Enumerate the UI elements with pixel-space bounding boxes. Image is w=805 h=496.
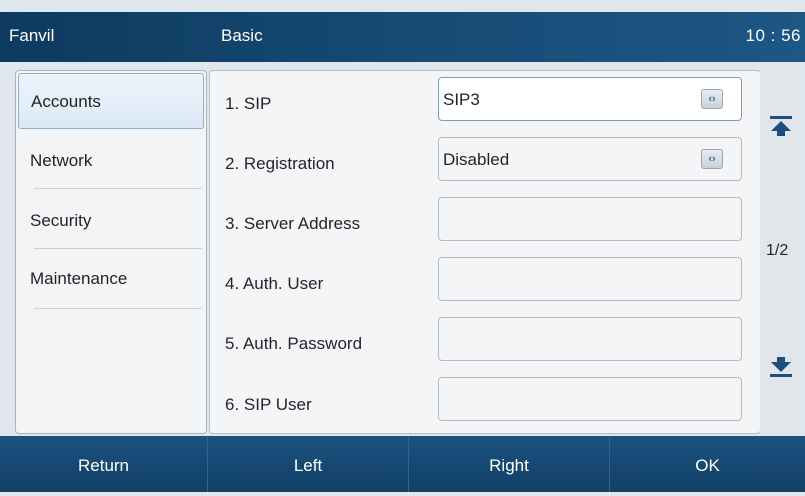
switch-arrows-icon[interactable]: ‹›	[701, 89, 723, 109]
pager: 1/2	[760, 72, 802, 432]
brand-label: Fanvil	[9, 26, 55, 45]
divider	[34, 308, 202, 309]
status-bar: Fanvil Basic 10 : 56	[0, 12, 805, 62]
field-label-registration: 2. Registration	[225, 154, 335, 173]
auth-password-field[interactable]	[438, 317, 742, 361]
clock: 10 : 56	[745, 26, 801, 45]
sidebar-item-maintenance[interactable]: Maintenance	[18, 251, 204, 305]
right-button[interactable]: Right	[408, 436, 609, 492]
sidebar-item-label: Security	[30, 211, 92, 230]
sidebar-item-security[interactable]: Security	[18, 193, 204, 247]
field-label-auth-user: 4. Auth. User	[225, 274, 324, 293]
sidebar-item-label: Maintenance	[30, 269, 128, 288]
field-label-auth-password: 5. Auth. Password	[225, 334, 363, 353]
field-label-server-address: 3. Server Address	[225, 214, 361, 233]
sip-select-value: SIP3	[443, 90, 480, 109]
switch-arrows-icon[interactable]: ‹›	[701, 149, 723, 169]
scroll-to-top-icon[interactable]	[766, 112, 796, 138]
divider	[34, 188, 202, 189]
page-indicator: 1/2	[766, 242, 789, 259]
registration-select[interactable]: Disabled ‹›	[438, 137, 742, 181]
settings-form: 1. SIP SIP3 ‹› 2. Registration Disabled …	[209, 70, 761, 434]
left-button[interactable]: Left	[207, 436, 408, 492]
scroll-to-bottom-icon[interactable]	[766, 355, 796, 381]
sidebar: Accounts Network Security Maintenance	[15, 70, 207, 434]
sip-user-field[interactable]	[438, 377, 742, 421]
field-label-sip-user: 6. SIP User	[225, 395, 312, 414]
registration-select-value: Disabled	[443, 150, 510, 169]
auth-user-field[interactable]	[438, 257, 742, 301]
field-label-sip: 1. SIP	[225, 94, 272, 113]
sidebar-item-accounts[interactable]: Accounts	[18, 73, 204, 129]
page-title: Basic	[221, 26, 263, 45]
sidebar-item-network[interactable]: Network	[18, 133, 204, 187]
divider	[34, 248, 202, 249]
ok-button[interactable]: OK	[609, 436, 805, 492]
sidebar-item-label: Network	[30, 151, 93, 170]
server-address-field[interactable]	[438, 197, 742, 241]
return-button[interactable]: Return	[0, 436, 207, 492]
sip-select[interactable]: SIP3 ‹›	[438, 77, 742, 121]
softkey-bar: Return Left Right OK	[0, 436, 805, 492]
sidebar-item-label: Accounts	[31, 92, 101, 111]
